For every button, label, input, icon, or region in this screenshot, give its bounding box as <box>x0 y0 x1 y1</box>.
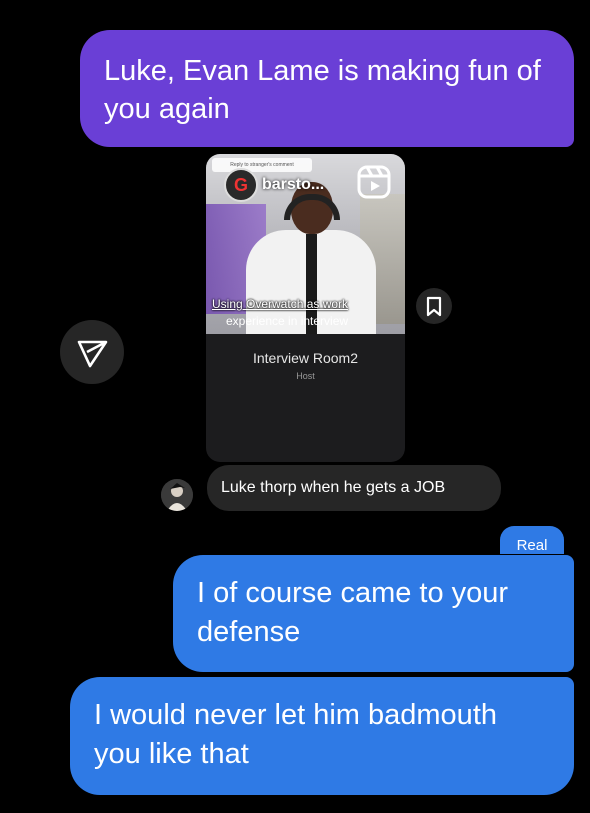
reels-icon <box>357 165 391 199</box>
reel-caption-line-1: Using Overwatch as work <box>212 297 349 311</box>
message-incoming[interactable]: Luke thorp when he gets a JOB <box>207 465 501 511</box>
message-text: I would never let him badmouth you like … <box>94 699 497 770</box>
avatar-image <box>161 479 193 511</box>
message-text: Real <box>516 537 548 554</box>
message-text: Luke thorp when he gets a JOB <box>221 479 446 496</box>
reel-caption-line-2: experience in interview <box>226 314 349 328</box>
send-icon <box>77 340 108 368</box>
comment-chip: Reply to stranger's comment <box>212 158 312 172</box>
message-text: Luke, Evan Lame is making fun of you aga… <box>104 55 541 125</box>
share-button[interactable] <box>60 320 124 384</box>
reel-thumbnail: Reply to stranger's comment G barsto... … <box>206 154 405 334</box>
message-real[interactable]: Real <box>500 526 564 554</box>
reel-account-name[interactable]: barsto... <box>262 176 324 194</box>
account-logo: G <box>224 168 258 202</box>
shared-reel-card[interactable]: Reply to stranger's comment G barsto... … <box>206 154 405 462</box>
message-outgoing-3[interactable]: I would never let him badmouth you like … <box>70 677 574 795</box>
save-reel-button[interactable] <box>416 288 452 324</box>
avatar[interactable] <box>161 479 193 511</box>
room-title: Interview Room2 <box>252 350 359 366</box>
room-subtitle: Host <box>296 371 315 381</box>
bookmark-icon <box>426 296 442 317</box>
message-outgoing-2[interactable]: I of course came to your defense <box>173 555 574 672</box>
message-text: I of course came to your defense <box>197 577 509 648</box>
message-outgoing-1[interactable]: Luke, Evan Lame is making fun of you aga… <box>80 30 574 147</box>
